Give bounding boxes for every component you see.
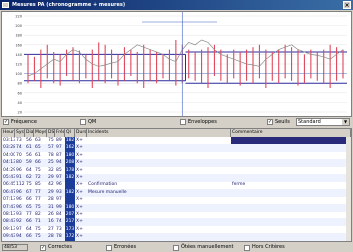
bp-chart-svg: 220 200 180 160 140 120 100 80 60 40 20: [15, 12, 347, 116]
column-header[interactable]: Syst: [15, 129, 25, 137]
y-tick-label: 200: [15, 24, 22, 28]
hors-criteres-checkbox[interactable]: [244, 245, 250, 251]
bp-chart[interactable]: 220 200 180 160 140 120 100 80 60 40 20: [1, 11, 352, 117]
table-header: HeureSystDiaMoyenDSFréqQIDursIncidentsCo…: [2, 129, 351, 137]
chevron-down-icon: ▼: [342, 119, 349, 125]
main-window: Mesures PA (chronogramme + mesures) × 22…: [0, 0, 353, 252]
y-tick-label: 100: [15, 72, 22, 76]
enveloppes-label: Enveloppes: [188, 119, 217, 125]
y-tick-label: 160: [15, 43, 22, 47]
column-header[interactable]: DS: [47, 129, 55, 137]
corrects-checkbox[interactable]: ✓: [40, 245, 46, 251]
table-cell: [231, 233, 351, 241]
title-bar: Mesures PA (chronogramme + mesures) ×: [0, 0, 353, 10]
seuils-select-value: Standard: [298, 119, 321, 125]
y-tick-label: 40: [18, 101, 22, 105]
y-tick-label: 140: [15, 53, 22, 57]
y-tick-label: 20: [18, 111, 22, 115]
corrects-label: Correctes: [48, 244, 72, 250]
window-title: Mesures PA (chronogramme + mesures): [12, 2, 126, 8]
otees-checkbox[interactable]: [173, 245, 179, 251]
frequence-label: Fréquence: [11, 119, 37, 125]
table-cell: 94: [16, 234, 22, 240]
measure-count: 48/53: [2, 244, 28, 251]
seuils-checkbox[interactable]: ✓: [267, 119, 273, 125]
close-icon[interactable]: ×: [343, 1, 351, 9]
table-cell: 28: [48, 234, 54, 240]
table-cell: 09:43: [3, 234, 15, 240]
status-bar: 48/53 ✓ Correctes Erronées Ôtées manuell…: [0, 243, 353, 252]
column-header[interactable]: Fréq: [55, 129, 65, 137]
column-header[interactable]: Durs: [75, 129, 87, 137]
column-header[interactable]: Incidents: [87, 129, 231, 137]
column-header[interactable]: Moyen: [34, 129, 47, 137]
otees-label: Ôtées manuellement: [181, 244, 234, 250]
y-tick-label: 80: [18, 82, 22, 86]
hors-criteres-label: Hors Critères: [252, 244, 285, 250]
table-cell: [87, 233, 231, 241]
app-icon: [2, 2, 9, 8]
measures-table: HeureSystDiaMoyenDSFréqQIDursIncidentsCo…: [1, 128, 352, 242]
frequence-checkbox[interactable]: ✓: [3, 119, 9, 125]
qm-checkbox[interactable]: [80, 119, 86, 125]
column-header[interactable]: QI: [65, 129, 75, 137]
table-cell: 75: [35, 234, 41, 240]
vertical-scrollbar[interactable]: [346, 137, 351, 241]
erronees-label: Erronées: [114, 244, 137, 250]
table-cell: X+: [76, 234, 83, 240]
column-header[interactable]: Heure: [2, 129, 15, 137]
seuils-select[interactable]: Standard ▼: [296, 118, 350, 126]
table-cell: 78: [56, 234, 62, 240]
y-tick-label: 120: [15, 63, 22, 67]
y-tick-label: 180: [15, 34, 22, 38]
table-row[interactable]: 09:43 94 66 75 28 78 172 X+: [2, 233, 351, 241]
y-tick-label: 220: [15, 15, 22, 19]
options-bar: ✓ Fréquence QM Enveloppes ✓ Seuils Stand…: [0, 118, 353, 128]
enveloppes-checkbox[interactable]: [180, 119, 186, 125]
qm-label: QM: [88, 119, 97, 125]
table-cell: 172: [65, 233, 75, 241]
erronees-checkbox[interactable]: [106, 245, 112, 251]
column-header[interactable]: Dia: [25, 129, 34, 137]
column-header[interactable]: Commentaire: [231, 129, 351, 137]
y-tick-label: 60: [18, 91, 22, 95]
table-cell: 66: [26, 234, 32, 240]
seuils-label: Seuils: [275, 119, 290, 125]
